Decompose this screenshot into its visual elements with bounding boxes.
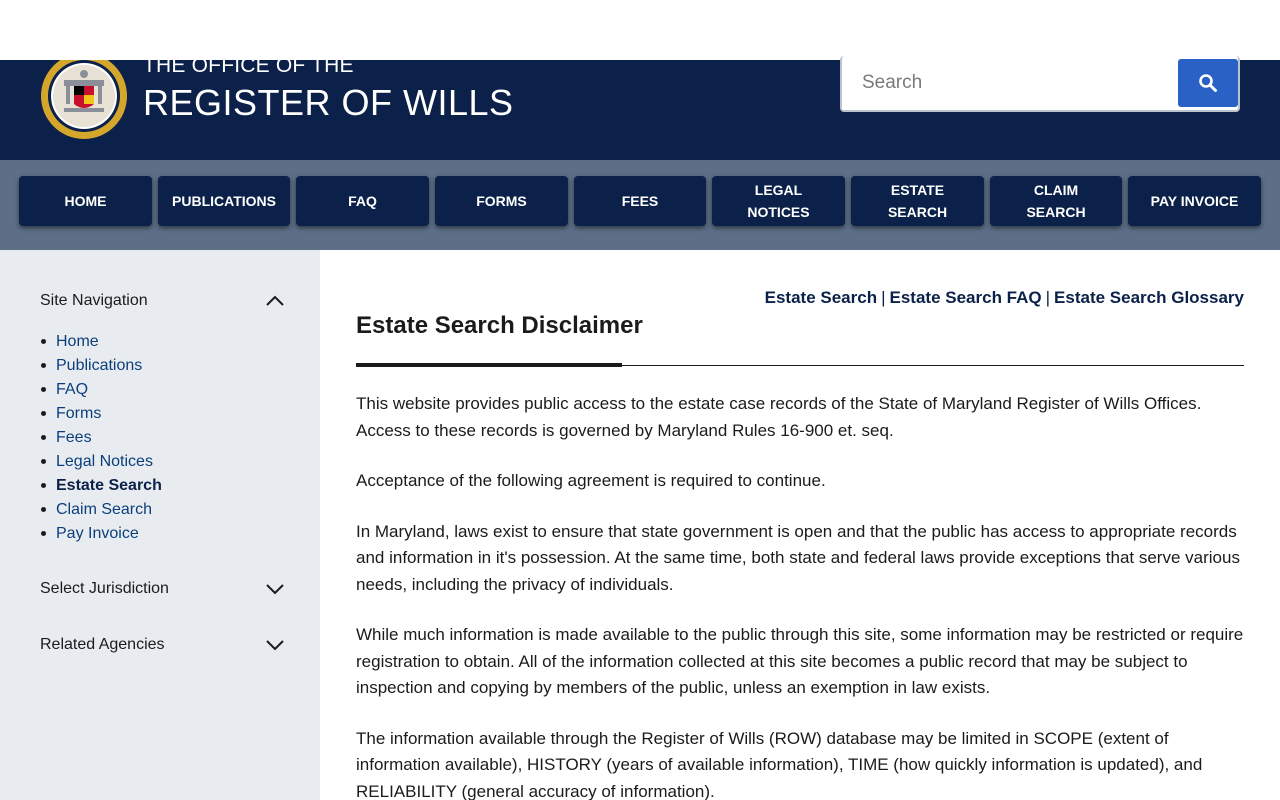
link-separator: | (881, 288, 886, 307)
search-box (840, 56, 1240, 112)
disclaimer-paragraph: This website provides public access to t… (356, 394, 1202, 440)
select-jurisdiction-label: Select Jurisdiction (40, 580, 169, 597)
side-nav-item-pay-invoice: Pay Invoice (41, 523, 162, 547)
disclaimer-paragraph: The information available through the Re… (356, 728, 1203, 800)
chevron-up-icon (266, 295, 284, 306)
site-navigation-toggle[interactable]: Site Navigation (40, 288, 285, 314)
disclaimer-paragraph: In Maryland, laws exist to ensure that s… (356, 521, 1240, 594)
side-nav-link-pay-invoice[interactable]: Pay Invoice (56, 525, 139, 542)
search-button[interactable] (1178, 59, 1238, 107)
nav-pay-invoice[interactable]: PAY INVOICE (1128, 176, 1261, 226)
side-nav-item-fees: Fees (41, 427, 162, 451)
chevron-down-icon (266, 640, 284, 651)
related-agencies-label: Related Agencies (40, 636, 165, 653)
chevron-down-icon (266, 584, 284, 595)
side-nav-item-legal-notices: Legal Notices (41, 451, 162, 475)
site-navigation-label: Site Navigation (40, 292, 148, 309)
main-nav: HOME PUBLICATIONS FAQ FORMS FEES LEGAL N… (0, 160, 1280, 250)
maryland-seal-logo[interactable] (40, 60, 128, 140)
side-nav-link-home[interactable]: Home (56, 333, 99, 350)
link-separator: | (1045, 288, 1051, 307)
nav-home[interactable]: HOME (19, 176, 152, 226)
nav-estate-search[interactable]: ESTATE SEARCH (851, 176, 984, 226)
search-icon (1199, 74, 1217, 92)
side-nav-item-estate-search: Estate Search (41, 475, 162, 499)
link-estate-search-faq[interactable]: Estate Search FAQ (890, 288, 1042, 307)
brand-subtitle: THE OFFICE OF THE (143, 60, 354, 77)
nav-legal-notices[interactable]: LEGAL NOTICES (712, 176, 845, 226)
site-navigation-list: Home Publications FAQ Forms Fees Legal N… (41, 331, 162, 547)
page-title: Estate Search Disclaimer (356, 312, 643, 339)
nav-publications[interactable]: PUBLICATIONS (158, 176, 290, 226)
select-jurisdiction-toggle[interactable]: Select Jurisdiction (40, 576, 285, 602)
disclaimer-paragraph: Acceptance of the following agreement is… (356, 471, 826, 490)
link-estate-search[interactable]: Estate Search (765, 288, 877, 307)
disclaimer-body: This website provides public access to t… (356, 391, 1244, 800)
side-nav-link-fees[interactable]: Fees (56, 429, 92, 446)
side-nav-link-faq[interactable]: FAQ (56, 381, 88, 398)
side-nav-item-publications: Publications (41, 355, 162, 379)
nav-claim-search[interactable]: CLAIM SEARCH (990, 176, 1122, 226)
nav-forms[interactable]: FORMS (435, 176, 568, 226)
top-white-bar (0, 0, 1280, 60)
related-agencies-toggle[interactable]: Related Agencies (40, 632, 285, 658)
nav-faq[interactable]: FAQ (296, 176, 429, 226)
search-input[interactable] (842, 56, 1174, 110)
side-nav-item-claim-search: Claim Search (41, 499, 162, 523)
side-nav-item-home: Home (41, 331, 162, 355)
link-estate-search-glossary[interactable]: Estate Search Glossary (1054, 288, 1244, 307)
nav-fees[interactable]: FEES (574, 176, 706, 226)
sidebar: Site Navigation Home Publications FAQ Fo… (0, 250, 320, 800)
brand-name: REGISTER OF WILLS (143, 82, 514, 123)
side-nav-link-estate-search[interactable]: Estate Search (56, 477, 162, 494)
side-nav-link-claim-search[interactable]: Claim Search (56, 501, 152, 518)
side-nav-item-faq: FAQ (41, 379, 162, 403)
title-underline-accent (356, 363, 622, 367)
disclaimer-paragraph: While much information is made available… (356, 625, 1244, 697)
side-nav-item-forms: Forms (41, 403, 162, 427)
side-nav-link-legal-notices[interactable]: Legal Notices (56, 453, 153, 470)
brand-title[interactable]: THE OFFICE OF THE REGISTER OF WILLS (143, 60, 514, 124)
side-nav-link-publications[interactable]: Publications (56, 357, 142, 374)
side-nav-link-forms[interactable]: Forms (56, 405, 101, 422)
estate-search-links: Estate Search | Estate Search FAQ | Estate S… (765, 288, 1244, 308)
